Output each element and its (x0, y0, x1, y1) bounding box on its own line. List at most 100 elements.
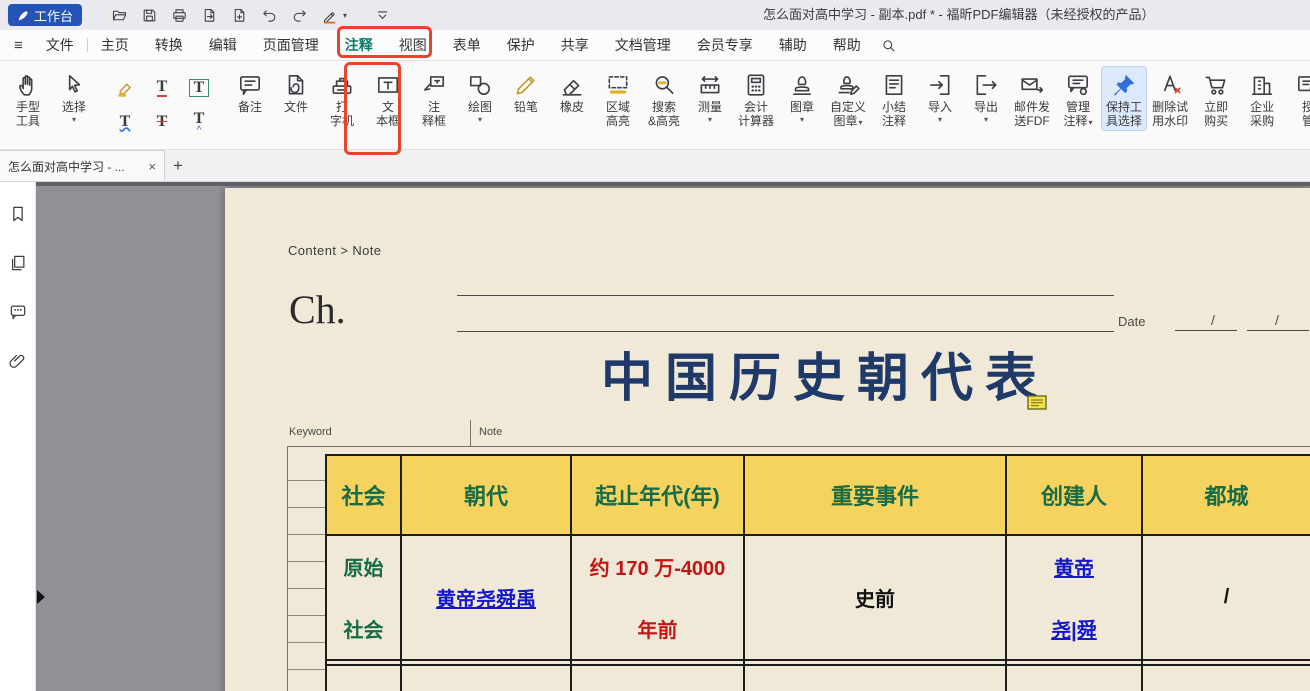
tool-label: 图章 (790, 100, 814, 114)
keep-tool-selected[interactable]: 保持工具选择 (1102, 67, 1146, 130)
tool-label: 企业 (1250, 100, 1274, 114)
searchhl-icon (651, 70, 677, 100)
pages-panel-icon[interactable] (8, 253, 28, 278)
import-icon (927, 70, 953, 100)
table-cell: 原始社会 (326, 535, 401, 660)
table-link[interactable]: 黄帝尧舜禹 (436, 583, 536, 612)
menu-item-5[interactable]: 页面管理 (250, 30, 332, 60)
eraser-tool[interactable]: 橡皮 (550, 67, 594, 116)
menu-item-11[interactable]: 文档管理 (602, 30, 684, 60)
menu-item-9[interactable]: 保护 (494, 30, 548, 60)
sticky-note-annotation-icon[interactable] (1027, 395, 1047, 415)
new-tab-button[interactable]: + (165, 150, 191, 181)
dropdown-caret-icon: ▾ (984, 115, 988, 124)
remove-trial-watermark-tool[interactable]: 删除试用水印 (1148, 67, 1192, 130)
comments-panel-icon[interactable] (8, 302, 28, 327)
menu-item-3[interactable]: 转换 (142, 30, 196, 60)
dropdown-caret-icon: ▾ (859, 118, 863, 127)
pencil-tool[interactable]: 铅笔 (504, 67, 548, 116)
boxed-text-tool[interactable]: T (184, 73, 214, 103)
new-document-icon[interactable] (226, 3, 252, 27)
attachments-panel-icon[interactable] (8, 351, 28, 376)
table-row-partial-row (326, 665, 1310, 691)
menu-item-10[interactable]: 共享 (548, 30, 602, 60)
menu-item-4[interactable]: 编辑 (196, 30, 250, 60)
search-highlight-tool[interactable]: 搜索&高亮 (642, 67, 686, 130)
workspace-button[interactable]: 工作台 (8, 4, 82, 26)
stamp-tool[interactable]: 图章▾ (780, 67, 824, 126)
accounting-calculator-tool[interactable]: 会计计算器 (734, 67, 778, 130)
export-document-icon[interactable] (196, 3, 222, 27)
table-cell: 黄帝尧舜禹 (401, 535, 571, 660)
tool-label: 采购 (1250, 114, 1274, 128)
textbox-tool[interactable]: 文本框 (366, 67, 410, 130)
menu-item-6[interactable]: 注释 (332, 30, 386, 60)
table-header-cell: 都城 (1142, 455, 1310, 535)
license-icon (1295, 70, 1310, 100)
squiggly-text-tool[interactable]: T (110, 107, 140, 137)
underline-text-tool[interactable]: T (147, 73, 177, 103)
redo-icon[interactable] (286, 3, 312, 27)
dropdown-caret-icon: ▾ (708, 115, 712, 124)
tool-label: 选择 (62, 100, 86, 114)
file-attachment-tool[interactable]: 文件 (274, 67, 318, 116)
select-tool[interactable]: 选择▾ (52, 67, 96, 126)
table-link[interactable]: 黄帝 (1054, 552, 1094, 581)
sidebar-expand-handle[interactable] (37, 590, 45, 604)
menu-item-13[interactable]: 辅助 (766, 30, 820, 60)
typewriter-tool[interactable]: 打字机 (320, 67, 364, 130)
pen-style-icon[interactable] (316, 3, 342, 27)
document-tabbar: 怎么面对高中学习 - ... × + (0, 150, 1310, 182)
search-icon[interactable] (880, 37, 897, 54)
export-tool[interactable]: 导出▾ (964, 67, 1008, 126)
manage-comments-tool[interactable]: 管理注释▾ (1056, 67, 1100, 132)
table-header-cell: 社会 (326, 455, 401, 535)
note-tool[interactable]: 备注 (228, 67, 272, 116)
menu-item-2[interactable]: 主页 (88, 30, 142, 60)
tool-label: 图章▾ (834, 114, 863, 130)
table-cell-text: 年前 (638, 614, 678, 643)
main-area: Content > Note Ch. Date / / 中国历史朝代表 Keyw… (0, 182, 1310, 691)
collapse-toolbar-icon[interactable] (369, 3, 395, 27)
menu-item-1[interactable]: 文件 (33, 30, 87, 60)
print-icon[interactable] (166, 3, 192, 27)
hand-tool[interactable]: 手型工具 (6, 67, 50, 130)
callout-tool[interactable]: 注释框 (412, 67, 456, 130)
import-tool[interactable]: 导入▾ (918, 67, 962, 126)
menu-item-7[interactable]: 视图 (386, 30, 440, 60)
tool-label: 邮件发 (1014, 100, 1050, 114)
buy-now-tool[interactable]: 立即购买 (1194, 67, 1238, 130)
measure-tool[interactable]: 测量▾ (688, 67, 732, 126)
menu-item-14[interactable]: 帮助 (820, 30, 874, 60)
menu-item-12[interactable]: 会员专享 (684, 30, 766, 60)
pen-style-dropdown-caret-icon[interactable]: ▾ (343, 11, 347, 20)
open-file-icon[interactable] (106, 3, 132, 27)
custom-stamp-tool[interactable]: 自定义图章▾ (826, 67, 870, 132)
undo-icon[interactable] (256, 3, 282, 27)
tool-label: 导出 (974, 100, 998, 114)
pdf-page[interactable]: Content > Note Ch. Date / / 中国历史朝代表 Keyw… (225, 188, 1310, 691)
strikeout-text-tool[interactable]: T (147, 107, 177, 137)
area-highlight-tool[interactable]: 区域高亮 (596, 67, 640, 130)
document-tab[interactable]: 怎么面对高中学习 - ... × (0, 150, 165, 181)
email-fdf-tool[interactable]: 邮件发送FDF (1010, 67, 1054, 130)
page-breadcrumb: Content > Note (288, 243, 381, 258)
menu-item-8[interactable]: 表单 (440, 30, 494, 60)
boxed-text-tool-glyph: T (189, 79, 210, 98)
tool-label: 测量 (698, 100, 722, 114)
drawing-tool[interactable]: 绘图▾ (458, 67, 502, 126)
table-link[interactable]: 尧|舜 (1051, 614, 1097, 643)
close-tab-icon[interactable]: × (148, 159, 156, 174)
dropdown-caret-icon: ▾ (72, 115, 76, 124)
highlight-text-tool[interactable] (110, 73, 140, 103)
table-cell-text: 原始 (344, 552, 384, 581)
hamburger-icon[interactable]: ≡ (0, 37, 33, 54)
license-manage-tool[interactable]: 授管 (1286, 67, 1310, 130)
summary-comments-tool[interactable]: 小结注释 (872, 67, 916, 130)
document-canvas[interactable]: Content > Note Ch. Date / / 中国历史朝代表 Keyw… (36, 182, 1310, 691)
insert-text-tool[interactable]: T^ (184, 107, 214, 137)
save-icon[interactable] (136, 3, 162, 27)
bookmarks-panel-icon[interactable] (8, 204, 28, 229)
enterprise-purchase-tool[interactable]: 企业采购 (1240, 67, 1284, 130)
callout-icon (421, 70, 447, 100)
